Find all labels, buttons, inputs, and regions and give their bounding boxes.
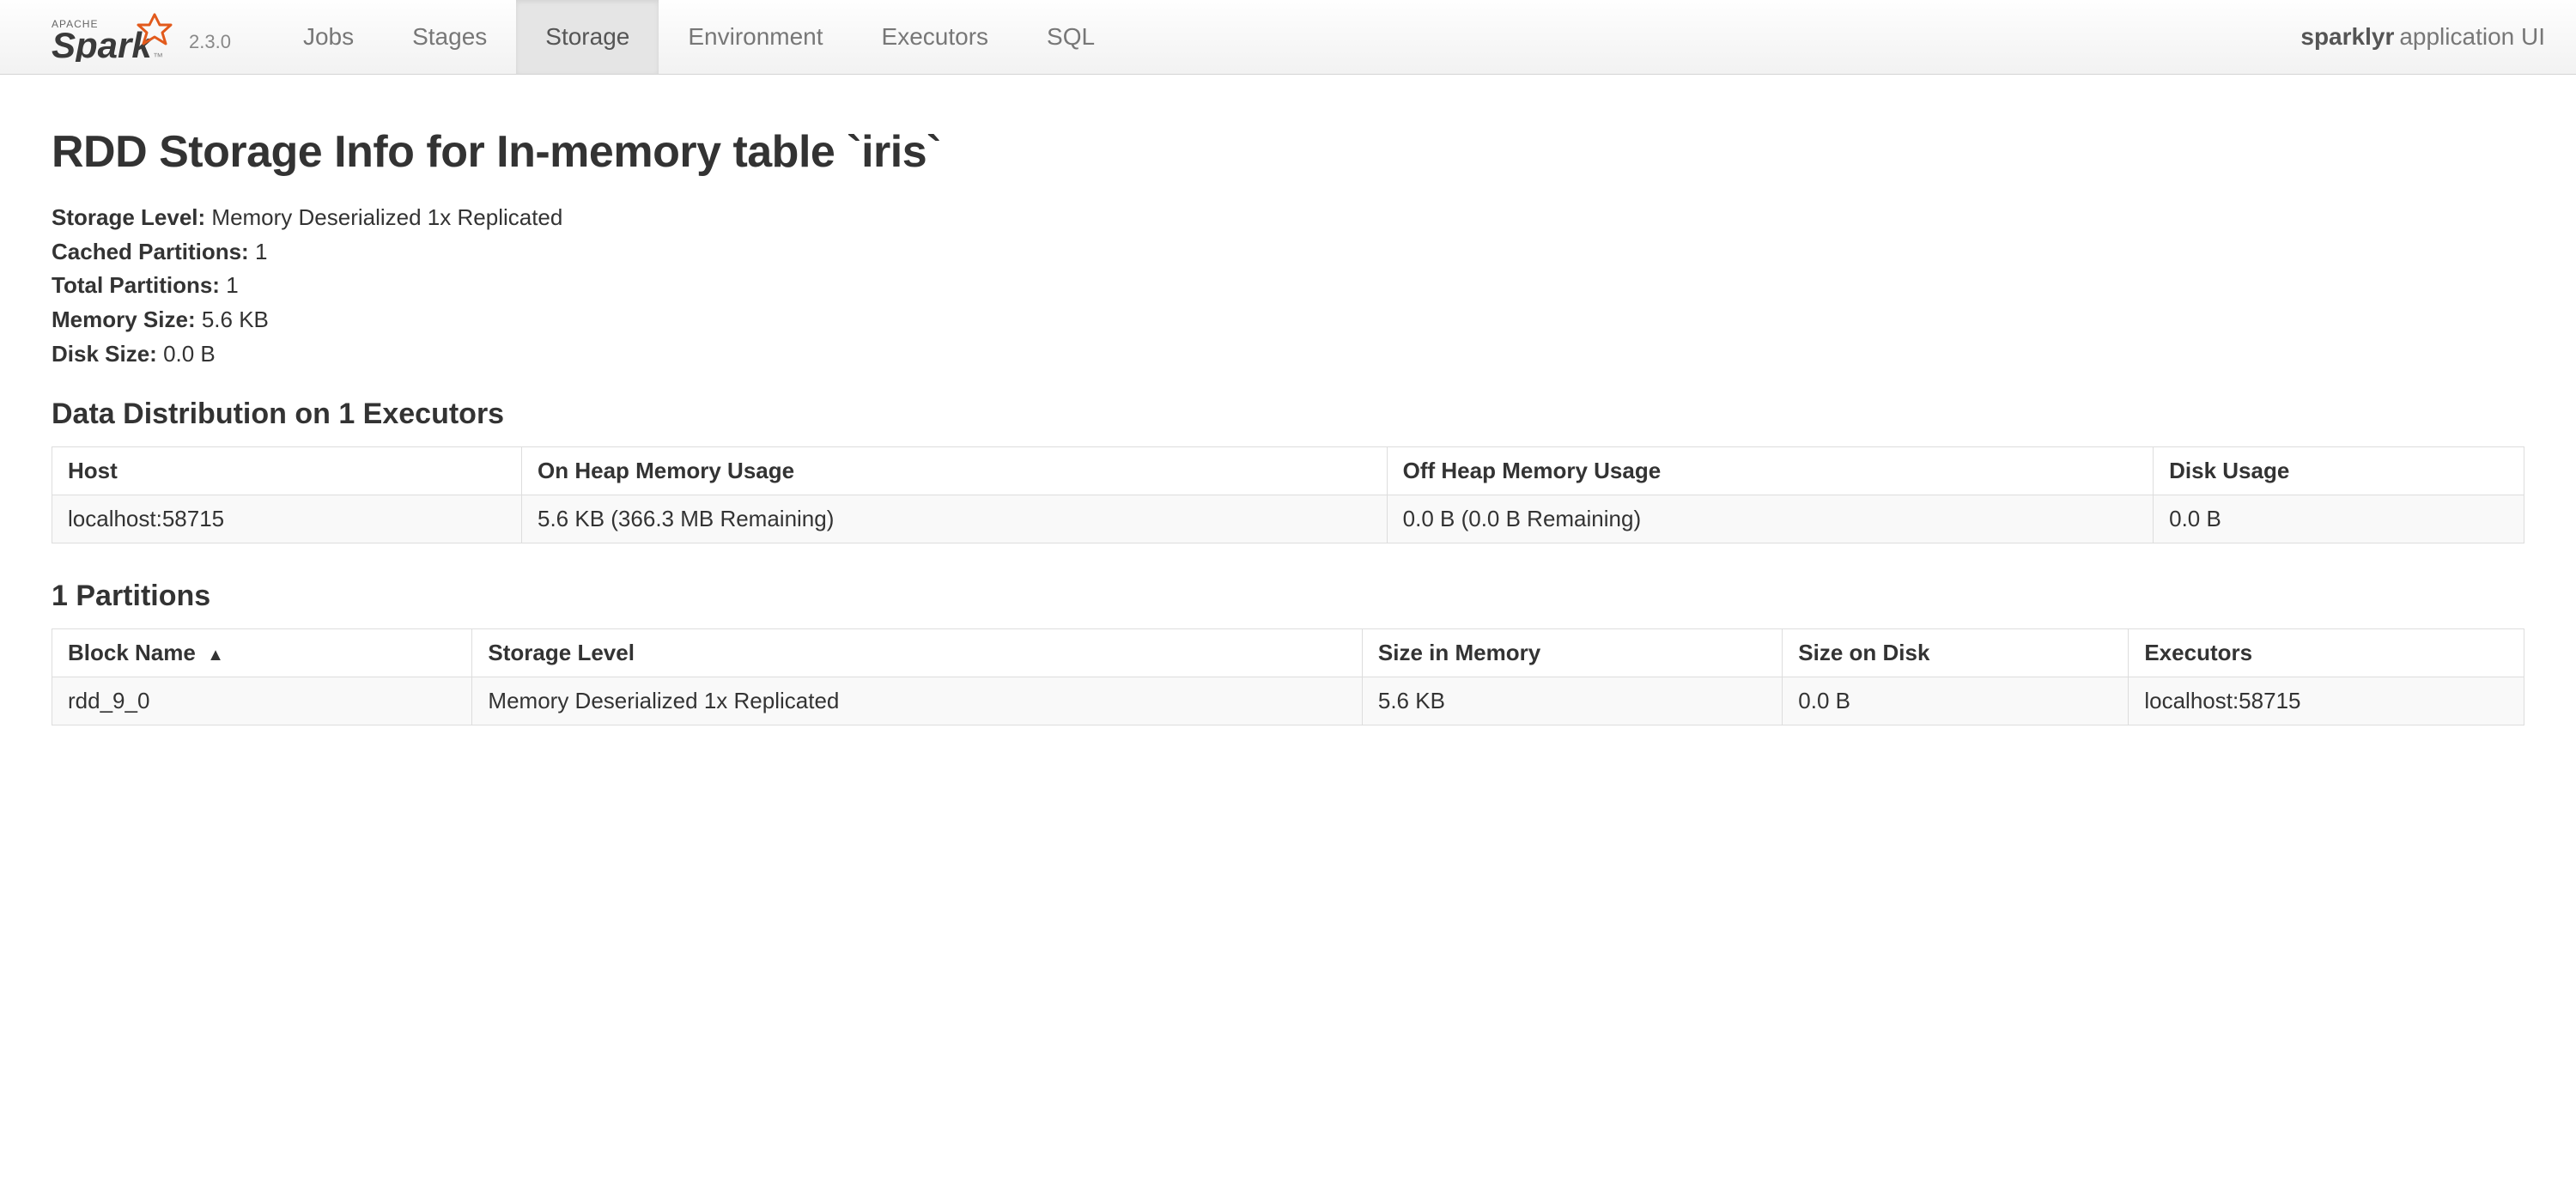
cell-disk: 0.0 B (2154, 495, 2524, 543)
data-distribution-table: Host On Heap Memory Usage Off Heap Memor… (52, 446, 2524, 543)
data-distribution-title: Data Distribution on 1 Executors (52, 398, 2524, 431)
partitions-title: 1 Partitions (52, 580, 2524, 613)
tab-environment[interactable]: Environment (659, 0, 852, 74)
total-partitions-label: Total Partitions: (52, 272, 220, 298)
cached-partitions-value: 1 (255, 239, 267, 264)
storage-level-label: Storage Level: (52, 204, 205, 230)
svg-text:™: ™ (153, 51, 163, 62)
page-container: RDD Storage Info for In-memory table `ir… (0, 75, 2576, 796)
tab-stages[interactable]: Stages (383, 0, 516, 74)
tab-storage[interactable]: Storage (516, 0, 659, 74)
spark-logo-icon: APACHE Spark ™ (52, 10, 180, 62)
cell-on-heap: 5.6 KB (366.3 MB Remaining) (522, 495, 1388, 543)
tab-sql[interactable]: SQL (1018, 0, 1124, 74)
cell-size-disk: 0.0 B (1783, 677, 2129, 725)
col-off-heap[interactable]: Off Heap Memory Usage (1387, 447, 2153, 495)
col-disk[interactable]: Disk Usage (2154, 447, 2524, 495)
cell-size-memory: 5.6 KB (1362, 677, 1782, 725)
col-on-heap[interactable]: On Heap Memory Usage (522, 447, 1388, 495)
sort-asc-icon: ▲ (207, 646, 224, 665)
total-partitions-value: 1 (226, 272, 238, 298)
col-host[interactable]: Host (52, 447, 522, 495)
table-row: rdd_9_0 Memory Deserialized 1x Replicate… (52, 677, 2524, 725)
spark-version: 2.3.0 (189, 31, 231, 62)
col-size-disk[interactable]: Size on Disk (1783, 629, 2129, 677)
cell-off-heap: 0.0 B (0.0 B Remaining) (1387, 495, 2153, 543)
cell-host: localhost:58715 (52, 495, 522, 543)
tab-executors[interactable]: Executors (853, 0, 1018, 74)
partitions-table: Block Name ▲ Storage Level Size in Memor… (52, 628, 2524, 725)
brand-logo[interactable]: APACHE Spark ™ 2.3.0 (52, 0, 274, 74)
table-row: localhost:58715 5.6 KB (366.3 MB Remaini… (52, 495, 2524, 543)
cell-block-name: rdd_9_0 (52, 677, 472, 725)
col-size-memory[interactable]: Size in Memory (1362, 629, 1782, 677)
navbar: APACHE Spark ™ 2.3.0 Jobs Stages Storage… (0, 0, 2576, 75)
col-storage-level[interactable]: Storage Level (472, 629, 1362, 677)
storage-level-value: Memory Deserialized 1x Replicated (211, 204, 562, 230)
disk-size-label: Disk Size: (52, 341, 157, 367)
col-block-name-label: Block Name (68, 640, 196, 665)
cell-executors: localhost:58715 (2129, 677, 2524, 725)
table-header-row: Host On Heap Memory Usage Off Heap Memor… (52, 447, 2524, 495)
app-name-bold: sparklyr (2300, 23, 2394, 51)
app-name: sparklyr application UI (2300, 0, 2545, 74)
svg-text:Spark: Spark (52, 25, 154, 62)
page-title: RDD Storage Info for In-memory table `ir… (52, 126, 2524, 178)
cached-partitions-label: Cached Partitions: (52, 239, 249, 264)
col-executors[interactable]: Executors (2129, 629, 2524, 677)
cell-storage-level: Memory Deserialized 1x Replicated (472, 677, 1362, 725)
table-header-row: Block Name ▲ Storage Level Size in Memor… (52, 629, 2524, 677)
col-block-name[interactable]: Block Name ▲ (52, 629, 472, 677)
memory-size-value: 5.6 KB (202, 307, 269, 332)
storage-summary: Storage Level: Memory Deserialized 1x Re… (52, 202, 2524, 370)
nav-tabs: Jobs Stages Storage Environment Executor… (274, 0, 1124, 74)
tab-jobs[interactable]: Jobs (274, 0, 383, 74)
disk-size-value: 0.0 B (163, 341, 216, 367)
memory-size-label: Memory Size: (52, 307, 196, 332)
app-name-rest: application UI (2399, 23, 2545, 51)
